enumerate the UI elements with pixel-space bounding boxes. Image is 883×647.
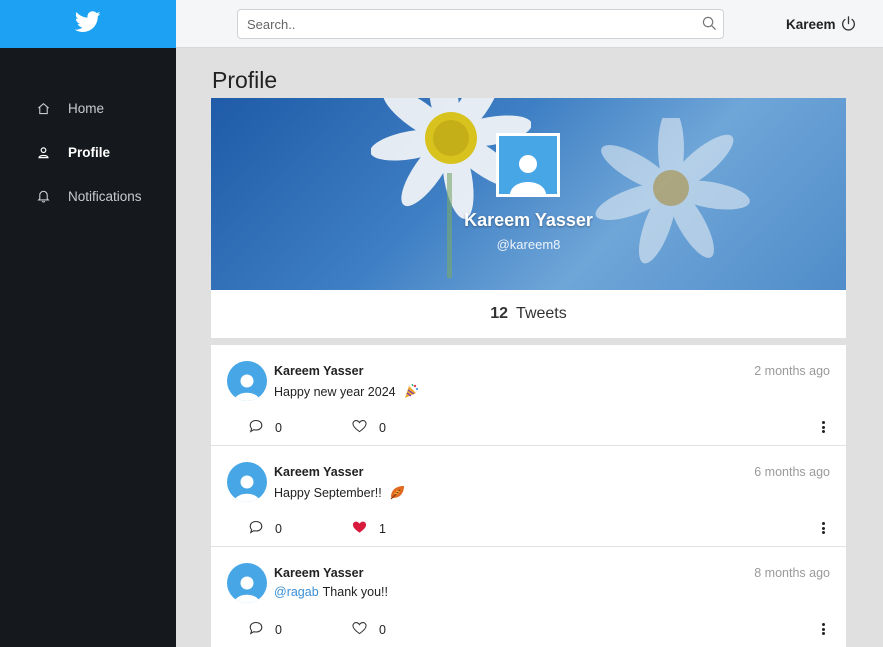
sidebar: Home Profile Notifications [0, 0, 176, 647]
reply-button[interactable]: 0 [249, 621, 282, 638]
comment-icon [249, 621, 263, 638]
reply-count: 0 [275, 622, 282, 637]
autumn-leaf-icon [389, 484, 406, 503]
tweet-time: 6 months ago [754, 465, 830, 479]
like-count: 1 [379, 521, 386, 536]
profile-cover: Kareem Yasser @kareem8 [211, 98, 846, 290]
sidebar-item-label: Home [68, 100, 105, 116]
like-button[interactable]: 1 [352, 520, 386, 537]
like-count: 0 [379, 420, 386, 435]
avatar-placeholder-icon [499, 136, 557, 194]
profile-avatar[interactable] [496, 133, 560, 197]
tweet-actions: 0 1 [249, 520, 809, 538]
tweet-count-label: Tweets [516, 305, 567, 322]
tweet-actions: 0 0 [249, 419, 809, 437]
tweet-author[interactable]: Kareem Yasser [274, 566, 363, 580]
tweet-count: 12 [490, 305, 509, 322]
tweet-list: Kareem Yasser 2 months ago Happy new yea… [211, 345, 846, 647]
page-title: Profile [212, 67, 278, 93]
reply-count: 0 [275, 521, 282, 536]
tweet-item[interactable]: Kareem Yasser 2 months ago Happy new yea… [211, 345, 846, 446]
search-icon[interactable] [702, 16, 717, 36]
tweet-author[interactable]: Kareem Yasser [274, 465, 363, 479]
avatar[interactable] [227, 563, 267, 603]
sidebar-item-label: Profile [68, 144, 111, 160]
reply-button[interactable]: 0 [249, 419, 282, 436]
tweet-time: 8 months ago [754, 566, 830, 580]
sidebar-item-home[interactable]: Home [0, 86, 176, 130]
tweet-text: @ragab Thank you!! [274, 585, 388, 599]
more-options-icon[interactable] [818, 621, 828, 637]
like-count: 0 [379, 622, 386, 637]
party-popper-icon [403, 383, 419, 402]
top-bar: Kareem [176, 0, 883, 48]
tweet-author[interactable]: Kareem Yasser [274, 364, 363, 378]
tweet-time: 2 months ago [754, 364, 830, 378]
twitter-bird-icon [74, 10, 101, 38]
logo-bar[interactable] [0, 0, 176, 48]
tweet-count-bar: 12 Tweets [211, 290, 846, 338]
tweet-actions: 0 0 [249, 621, 809, 639]
profile-handle: @kareem8 [496, 237, 561, 252]
tweet-item[interactable]: Kareem Yasser 6 months ago Happy Septemb… [211, 446, 846, 547]
heart-filled-icon [352, 520, 367, 537]
avatar[interactable] [227, 361, 267, 401]
tweet-body: Thank you!! [322, 585, 388, 599]
power-icon[interactable] [840, 15, 857, 38]
sidebar-nav: Home Profile Notifications [0, 86, 176, 218]
heart-outline-icon [352, 419, 367, 436]
bell-icon [36, 189, 50, 203]
sidebar-item-label: Notifications [68, 188, 142, 204]
tweet-body: Happy new year 2024 [274, 384, 396, 399]
search-input[interactable] [238, 10, 678, 38]
home-icon [36, 101, 50, 115]
profile-name: Kareem Yasser [464, 210, 593, 230]
search-box [237, 9, 724, 39]
cover-flower-image-2 [595, 118, 750, 264]
more-options-icon[interactable] [818, 419, 828, 435]
avatar[interactable] [227, 462, 267, 502]
more-options-icon[interactable] [818, 520, 828, 536]
sidebar-item-profile[interactable]: Profile [0, 130, 176, 174]
tweet-text: Happy new year 2024 [274, 383, 419, 402]
reply-button[interactable]: 0 [249, 520, 282, 537]
mention-link[interactable]: @ragab [274, 585, 319, 599]
user-icon [36, 145, 50, 159]
tweet-body: Happy September!! [274, 485, 382, 500]
like-button[interactable]: 0 [352, 419, 386, 436]
tweet-item[interactable]: Kareem Yasser 8 months ago @ragab Thank y… [211, 547, 846, 647]
like-button[interactable]: 0 [352, 621, 386, 638]
reply-count: 0 [275, 420, 282, 435]
comment-icon [249, 520, 263, 537]
sidebar-item-notifications[interactable]: Notifications [0, 174, 176, 218]
current-user-name[interactable]: Kareem [786, 17, 836, 32]
tweet-text: Happy September!! [274, 484, 406, 503]
heart-outline-icon [352, 621, 367, 638]
comment-icon [249, 419, 263, 436]
